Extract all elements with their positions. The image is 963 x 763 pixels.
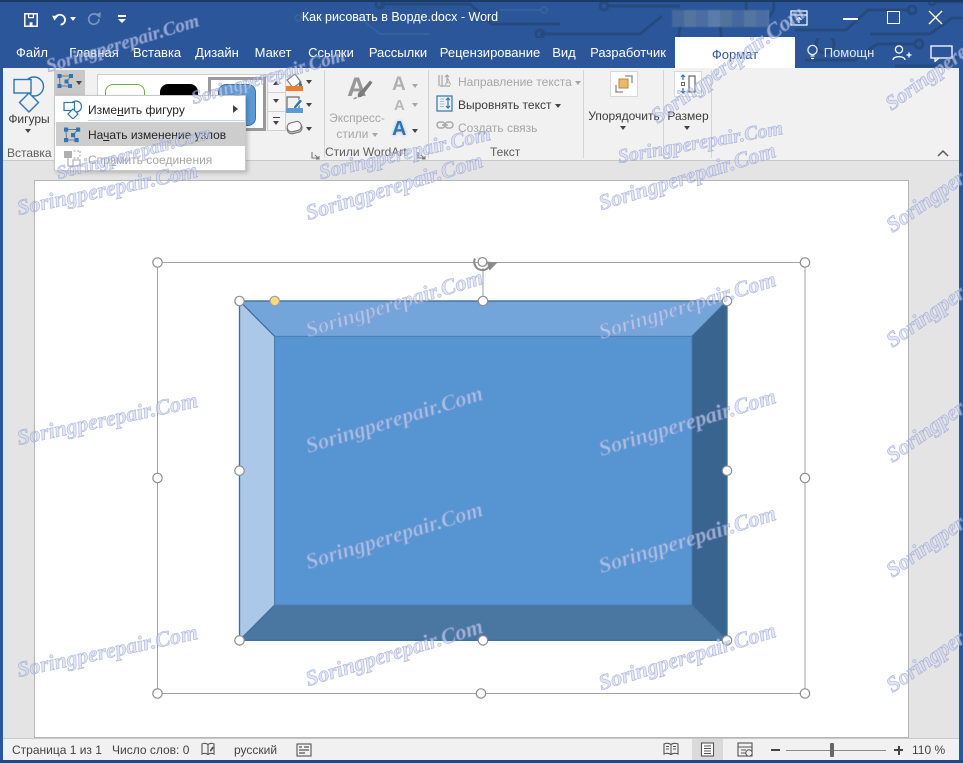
svg-text:A: A [445,77,451,87]
